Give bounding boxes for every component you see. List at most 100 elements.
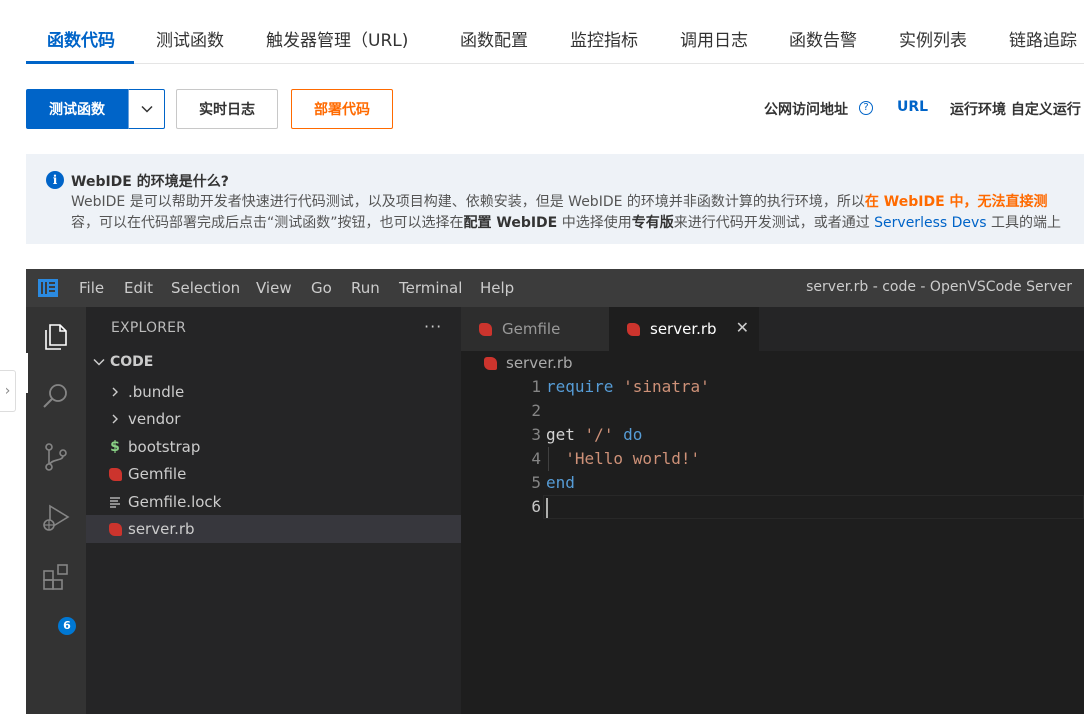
extensions-badge: 6 — [58, 617, 76, 635]
code-token: require — [546, 377, 614, 396]
breadcrumb-file: server.rb — [506, 354, 573, 372]
explorer-title: EXPLORER — [111, 320, 187, 336]
notice-warning: 在 WebIDE 中，无法直接测 — [864, 194, 1048, 210]
explorer-sidebar: EXPLORER ··· CODE .bundle vendor $ boots… — [86, 307, 461, 714]
code-token: '/' — [584, 425, 614, 444]
tab-instance-list[interactable]: 实例列表 — [899, 26, 967, 51]
menu-go[interactable]: Go — [311, 279, 332, 297]
menu-run[interactable]: Run — [351, 279, 380, 297]
deploy-code-button[interactable]: 部署代码 — [291, 89, 393, 129]
ruby-icon — [627, 322, 640, 336]
line-number: 5 — [531, 473, 541, 492]
line-number: 4 — [531, 449, 541, 468]
editor-tab-server-rb[interactable]: server.rb ✕ — [609, 307, 759, 351]
notice-line-2: 容，可以在代码部署完成后点击“测试函数”按钮，也可以选择在配置 WebIDE 中… — [71, 212, 1061, 232]
tree-item-server-rb[interactable]: server.rb — [86, 515, 461, 543]
more-actions-icon[interactable]: ··· — [424, 317, 442, 336]
notice-text: 工具的端上 — [986, 215, 1062, 231]
code-line: 2 — [461, 399, 1084, 423]
search-icon[interactable] — [40, 380, 72, 412]
menu-selection[interactable]: Selection — [171, 279, 240, 297]
line-number: 6 — [531, 497, 541, 516]
tree-item-label: .bundle — [128, 383, 185, 401]
menu-help[interactable]: Help — [480, 279, 514, 297]
code-token: 'Hello world!' — [565, 449, 701, 468]
code-token: end — [546, 473, 575, 492]
editor-tab-gemfile[interactable]: Gemfile — [461, 307, 609, 351]
url-link[interactable]: URL — [897, 99, 928, 115]
line-number: 1 — [531, 377, 541, 396]
code-token: get — [546, 425, 575, 444]
folder-code[interactable]: CODE — [92, 354, 153, 370]
tab-invocation-logs[interactable]: 调用日志 — [680, 26, 748, 51]
tab-test-function[interactable]: 测试函数 — [156, 26, 224, 51]
menu-terminal[interactable]: Terminal — [399, 279, 462, 297]
tree-item-label: Gemfile.lock — [128, 493, 222, 511]
code-editor[interactable]: 1 require 'sinatra' 2 3 get '/' do 4 'He… — [461, 375, 1084, 714]
dedicated-edition-text: 专有版 — [631, 215, 674, 231]
notice-text: 来进行代码开发测试，或者通过 — [673, 215, 875, 231]
tree-item-gemfile-lock[interactable]: Gemfile.lock — [86, 488, 461, 516]
tree-item-label: vendor — [128, 410, 181, 428]
breadcrumb[interactable]: server.rb — [484, 354, 573, 372]
menu-file[interactable]: File — [79, 279, 104, 297]
tab-function-config[interactable]: 函数配置 — [460, 26, 528, 51]
lines-icon — [108, 494, 122, 510]
activity-bar: 6 — [26, 307, 86, 714]
tab-monitoring-metrics[interactable]: 监控指标 — [570, 26, 638, 51]
extensions-icon[interactable] — [40, 561, 72, 593]
tree-item-bootstrap[interactable]: $ bootstrap — [86, 433, 461, 461]
expand-panel-handle[interactable]: › — [0, 370, 16, 412]
source-control-icon[interactable] — [40, 441, 72, 473]
line-number: 3 — [531, 425, 541, 444]
tree-item-gemfile[interactable]: Gemfile — [86, 460, 461, 488]
ruby-icon — [108, 466, 122, 482]
public-url-label: 公网访问地址 — [764, 102, 848, 118]
tab-function-code[interactable]: 函数代码 — [47, 26, 115, 51]
code-line: 4 'Hello world!' — [461, 447, 1084, 471]
tab-trigger-management[interactable]: 触发器管理（URL) — [266, 26, 408, 51]
info-icon: i — [46, 171, 64, 189]
tree-item-vendor[interactable]: vendor — [86, 405, 461, 433]
test-function-button[interactable]: 测试函数 — [26, 89, 128, 129]
chevron-right-icon: › — [4, 383, 11, 399]
menu-edit[interactable]: Edit — [124, 279, 153, 297]
folder-label: CODE — [110, 354, 154, 370]
code-line: 6 — [461, 495, 1084, 519]
code-line: 1 require 'sinatra' — [461, 375, 1084, 399]
chevron-down-icon — [140, 105, 153, 113]
tab-function-alerts[interactable]: 函数告警 — [789, 26, 857, 51]
config-webide-text: 配置 WebIDE — [463, 215, 558, 231]
dollar-icon: $ — [110, 439, 120, 455]
realtime-log-button[interactable]: 实时日志 — [176, 89, 278, 129]
notice-title: WebIDE 的环境是什么? — [71, 174, 229, 190]
ruby-icon — [479, 322, 492, 336]
vscode-logo-icon — [38, 279, 58, 297]
code-token: 'sinatra' — [623, 377, 710, 396]
window-title: server.rb - code - OpenVSCode Server — [806, 279, 1072, 295]
editor-tab-label: Gemfile — [502, 320, 561, 338]
notice-text: 中选择使用 — [557, 215, 632, 231]
help-icon[interactable]: ? — [859, 101, 873, 115]
editor-tab-label: server.rb — [650, 320, 717, 338]
code-line: 5 end — [461, 471, 1084, 495]
tree-item-label: bootstrap — [128, 438, 201, 456]
editor-tabs: Gemfile server.rb ✕ — [461, 307, 1084, 351]
code-token: do — [623, 425, 643, 444]
menu-view[interactable]: View — [256, 279, 292, 297]
notice-text: 容，可以在代码部署完成后点击“测试函数”按钮，也可以选择在 — [71, 215, 464, 231]
chevron-down-icon — [93, 358, 105, 366]
tab-tracing[interactable]: 链路追踪 — [1009, 26, 1077, 51]
line-number: 2 — [531, 401, 541, 420]
run-debug-icon[interactable] — [40, 501, 72, 533]
tree-item-bundle[interactable]: .bundle — [86, 378, 461, 406]
test-dropdown-button[interactable] — [128, 89, 165, 129]
vscode-titlebar: File Edit Selection View Go Run Terminal… — [26, 269, 1084, 307]
serverless-devs-link[interactable]: Serverless Devs — [874, 215, 986, 231]
ruby-icon — [484, 356, 497, 370]
tree-item-label: Gemfile — [128, 465, 187, 483]
explorer-files-icon[interactable] — [40, 321, 72, 353]
code-line: 3 get '/' do — [461, 423, 1084, 447]
tree-item-label: server.rb — [128, 520, 195, 538]
close-icon[interactable]: ✕ — [736, 318, 749, 337]
